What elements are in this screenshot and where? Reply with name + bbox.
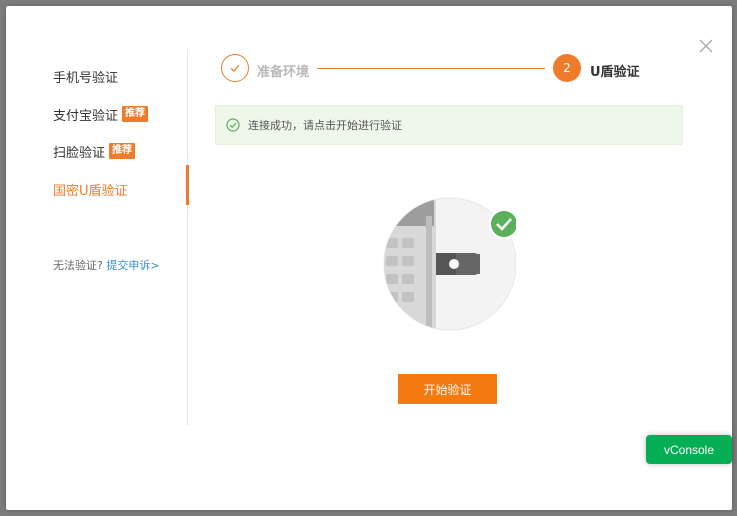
start-verification-button[interactable]: 开始验证	[398, 374, 497, 404]
menu-item-alipay[interactable]: 支付宝验证 推荐	[53, 103, 149, 125]
step-1-circle	[221, 54, 249, 82]
success-check-icon	[226, 118, 240, 132]
step-2-label: U盾验证	[590, 65, 640, 80]
help-row: 无法验证? 提交申诉>	[53, 257, 160, 273]
success-banner: 连接成功，请点击开始进行验证	[215, 105, 683, 145]
step-connector	[317, 68, 545, 69]
active-indicator	[186, 165, 189, 205]
step-2-circle: 2	[553, 54, 581, 82]
recommend-badge: 推荐	[122, 106, 149, 122]
menu-item-ukey[interactable]: 国密U盾验证	[53, 178, 128, 200]
recommend-badge: 推荐	[109, 143, 136, 159]
appeal-link[interactable]: 提交申诉>	[106, 259, 159, 272]
close-icon[interactable]	[698, 38, 714, 54]
help-text: 无法验证?	[53, 259, 103, 272]
verification-method-menu: 手机号验证 支付宝验证 推荐 扫脸验证 推荐 国密U盾验证 无法验证? 提交申诉…	[6, 50, 189, 426]
menu-item-face-scan[interactable]: 扫脸验证 推荐	[53, 140, 136, 162]
banner-text: 连接成功，请点击开始进行验证	[248, 119, 402, 132]
ukey-illustration	[383, 197, 516, 331]
menu-item-label: 国密U盾验证	[53, 183, 128, 199]
verification-modal: 手机号验证 支付宝验证 推荐 扫脸验证 推荐 国密U盾验证 无法验证? 提交申诉…	[6, 6, 732, 510]
menu-item-phone[interactable]: 手机号验证	[53, 65, 118, 87]
menu-item-label: 扫脸验证	[53, 145, 106, 161]
check-icon	[230, 64, 240, 72]
menu-item-label: 手机号验证	[53, 70, 119, 86]
step-1-label: 准备环境	[257, 65, 310, 80]
menu-item-label: 支付宝验证	[53, 108, 119, 124]
vconsole-button[interactable]: vConsole	[646, 435, 732, 464]
